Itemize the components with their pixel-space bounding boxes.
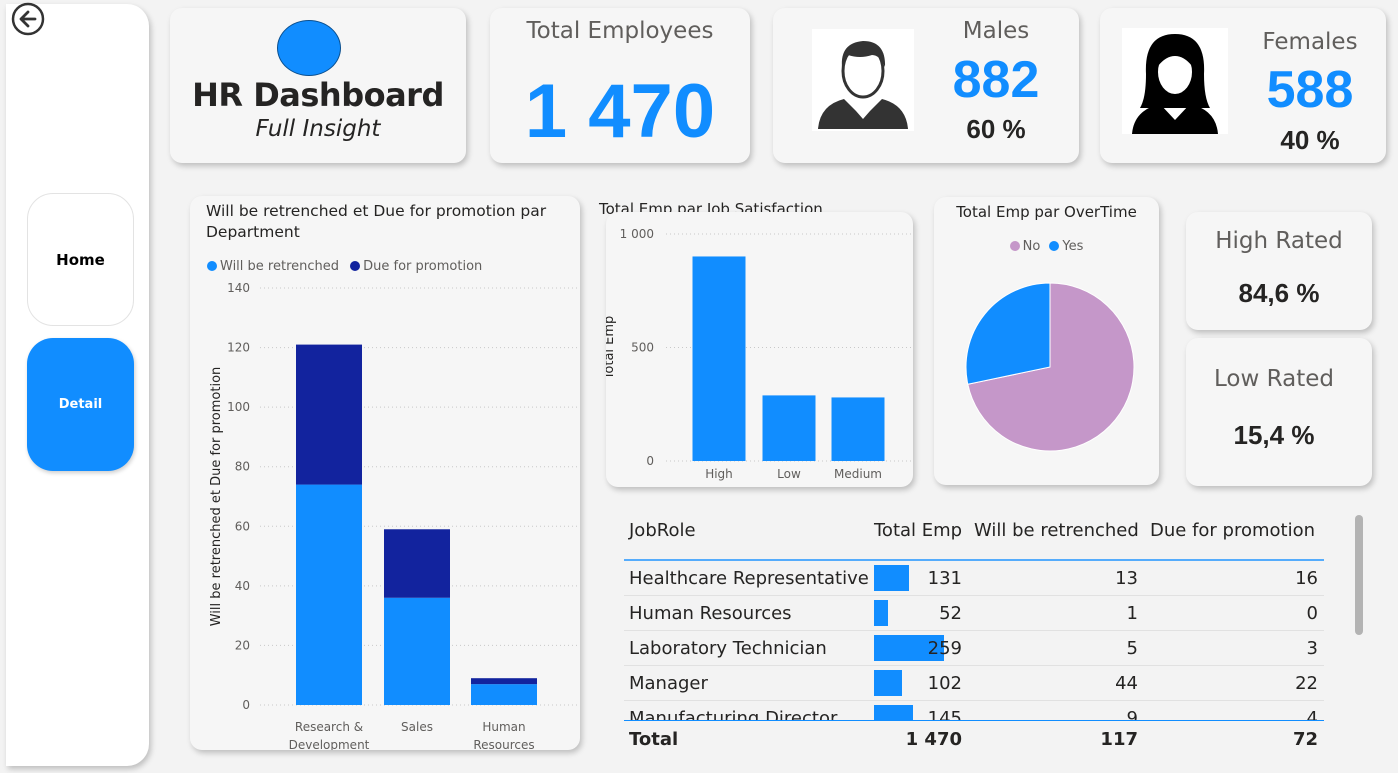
x-tick-label: High (705, 467, 733, 481)
bar-satisfaction[interactable] (762, 395, 816, 461)
jobrole-table: JobRole Total Emp Will be retrenched Due… (624, 510, 1324, 755)
table-body[interactable]: Healthcare Representative 131 13 16 Human Re… (624, 561, 1324, 721)
high-rated-card: High Rated 84,6 % (1186, 212, 1372, 330)
females-value: 588 (1266, 61, 1354, 119)
jobrole-cell: Human Resources (629, 603, 792, 624)
low-rated-value: 15,4 % (1233, 420, 1315, 450)
y-axis-title: Will be retrenched et Due for promotion (209, 367, 224, 627)
header-promotion[interactable]: Due for promotion (1150, 520, 1315, 541)
retrenched-cell: 13 (1115, 568, 1138, 589)
totals-retrenched: 117 (1100, 729, 1138, 750)
high-rated-value: 84,6 % (1238, 278, 1320, 308)
total-emp-cell: 52 (939, 603, 962, 624)
y-tick-label: 20 (235, 638, 250, 652)
bar-satisfaction[interactable] (692, 256, 746, 461)
y-tick-label: 0 (242, 698, 250, 712)
total-employees-value: 1 470 (524, 69, 716, 154)
total-employees-label: Total Employees (526, 18, 714, 44)
totals-total-emp: 1 470 (905, 729, 962, 750)
y-tick-label: 500 (631, 341, 654, 355)
y-tick-label: 80 (235, 460, 250, 474)
overtime-pie-plot (965, 282, 1135, 452)
header-jobrole[interactable]: JobRole (629, 520, 696, 541)
x-tick-label: Sales (401, 720, 433, 734)
dashboard-title: HR Dashboard (192, 76, 444, 114)
retrenched-cell: 44 (1115, 673, 1138, 694)
x-tick-label: Human Resources (473, 720, 534, 750)
females-percent: 40 % (1280, 125, 1340, 155)
male-person-icon (812, 29, 914, 131)
retrenched-cell: 5 (1126, 638, 1138, 659)
table-row[interactable]: Healthcare Representative 131 13 16 (624, 561, 1324, 596)
table-row[interactable]: Manufacturing Director 145 9 4 (624, 701, 1324, 721)
low-rated-card: Low Rated 15,4 % (1186, 338, 1372, 486)
overtime-chart-card: Total Emp par OverTime No Yes (934, 197, 1159, 485)
header-retrenched[interactable]: Will be retrenched (974, 520, 1139, 541)
totals-promotion: 72 (1292, 729, 1318, 750)
dashboard-subtitle: Full Insight (255, 116, 381, 142)
table-row[interactable]: Laboratory Technician 259 5 3 (624, 631, 1324, 666)
bar-retrenched[interactable] (471, 684, 537, 705)
high-rated-label: High Rated (1215, 228, 1343, 254)
total-emp-cell: 131 (927, 568, 962, 589)
promotion-cell: 3 (1306, 638, 1318, 659)
bar-promotion[interactable] (384, 529, 450, 598)
total-emp-cell: 259 (927, 638, 962, 659)
jobrole-cell: Laboratory Technician (629, 638, 827, 659)
satisfaction-chart-plot: 1 000 500 0 Total Emp High Low Medium (606, 227, 912, 481)
table-scrollbar[interactable] (1355, 515, 1363, 635)
totals-divider (624, 720, 1324, 721)
total-employees-card: Total Employees 1 470 (490, 8, 750, 163)
back-arrow-icon[interactable] (11, 2, 45, 36)
totals-label: Total (629, 729, 679, 750)
x-tick-label: Low (777, 467, 801, 481)
y-tick-label: 1 000 (620, 227, 654, 241)
bar-retrenched[interactable] (296, 484, 362, 705)
y-tick-label: 0 (646, 454, 654, 468)
jobrole-cell: Manager (629, 673, 708, 694)
female-person-icon (1122, 28, 1228, 134)
promotion-cell: 0 (1306, 603, 1318, 624)
x-tick-label: Medium (834, 467, 882, 481)
promotion-cell: 22 (1295, 673, 1318, 694)
bar-promotion[interactable] (296, 344, 362, 485)
pie-slice-yes[interactable] (965, 282, 1051, 385)
males-percent: 60 % (966, 114, 1026, 144)
females-card: Females 588 40 % (1100, 8, 1386, 163)
detail-button[interactable]: Detail (27, 338, 134, 471)
bar-satisfaction[interactable] (831, 397, 885, 461)
retrenched-cell: 1 (1126, 603, 1138, 624)
males-label: Males (962, 18, 1030, 44)
x-tick-label: Research & Development (289, 720, 370, 750)
total-emp-cell: 102 (927, 673, 962, 694)
promotion-cell: 16 (1295, 568, 1318, 589)
low-rated-label: Low Rated (1214, 366, 1334, 392)
y-tick-label: 140 (227, 281, 250, 295)
title-card: HR Dashboard Full Insight (170, 8, 466, 163)
males-card: Males 882 60 % (773, 8, 1079, 163)
table-row[interactable]: Human Resources 52 1 0 (624, 596, 1324, 631)
y-tick-label: 60 (235, 519, 250, 533)
y-tick-label: 40 (235, 579, 250, 593)
females-label: Females (1262, 29, 1358, 55)
jobrole-cell: Healthcare Representative (629, 568, 869, 589)
males-value: 882 (952, 51, 1040, 109)
y-tick-label: 100 (227, 400, 250, 414)
logo-icon (277, 20, 341, 76)
satisfaction-chart-card: 1 000 500 0 Total Emp High Low Medium (606, 212, 913, 487)
header-total-emp[interactable]: Total Emp (874, 520, 962, 541)
bar-promotion[interactable] (471, 678, 537, 685)
y-tick-label: 120 (227, 341, 250, 355)
bar-retrenched[interactable] (384, 597, 450, 705)
y-axis-title: Total Emp (606, 316, 617, 381)
home-button[interactable]: Home (27, 193, 134, 326)
table-row[interactable]: Manager 102 44 22 (624, 666, 1324, 701)
department-chart-plot: 140 120 100 80 60 40 20 0 Will be retrenched et … (209, 281, 578, 750)
department-chart-card: Will be retrenched et Due for promotion … (190, 196, 580, 750)
